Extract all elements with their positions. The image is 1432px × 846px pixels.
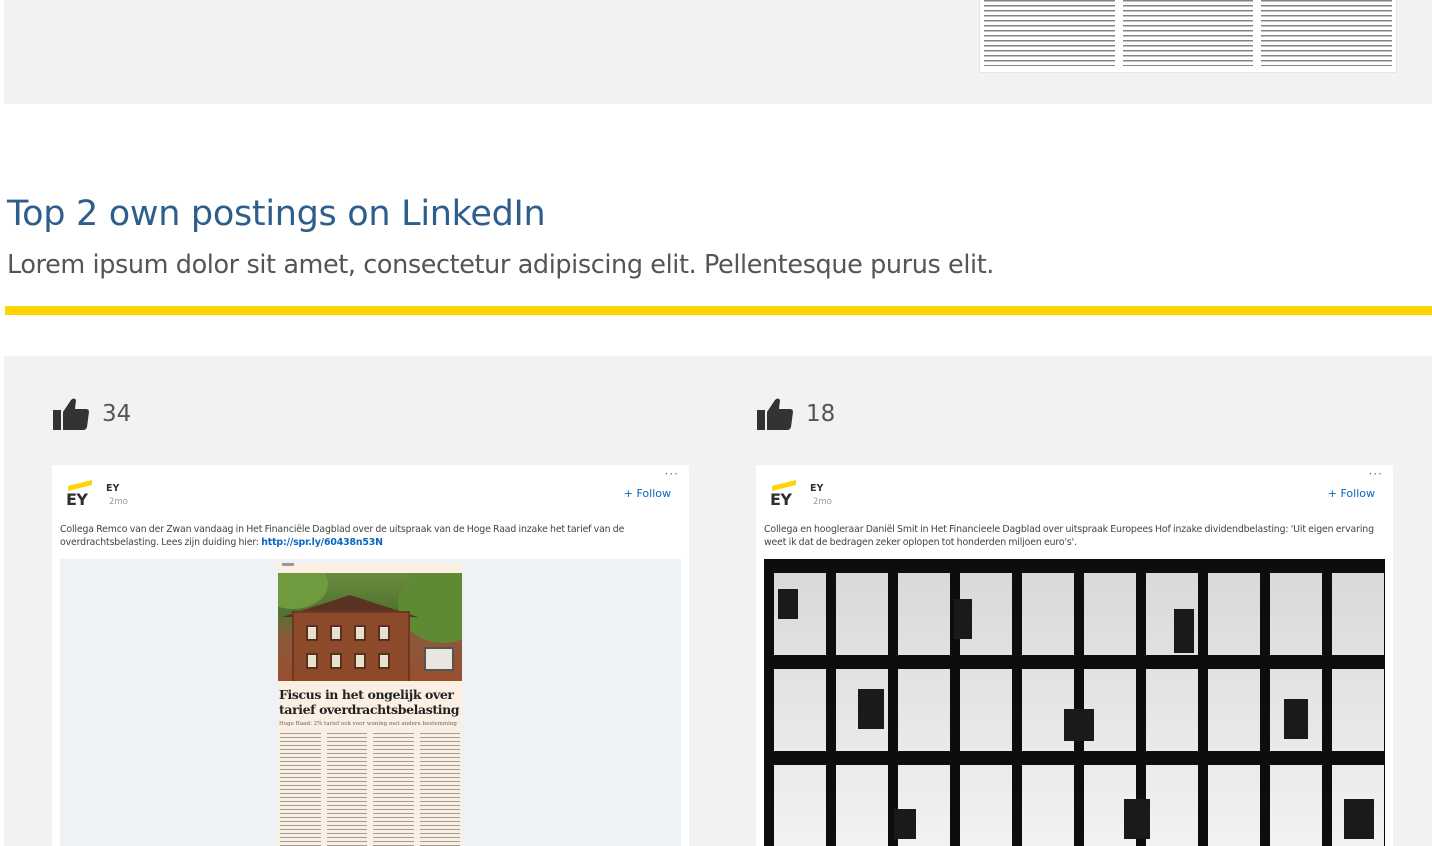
house-shape xyxy=(292,611,410,681)
ey-logo-text: EY xyxy=(66,490,88,509)
ey-logo: EY xyxy=(768,480,802,511)
dark-window xyxy=(1284,699,1308,739)
dark-window xyxy=(858,689,884,729)
article-column xyxy=(326,733,367,846)
house-photo xyxy=(278,573,462,681)
post-time: 2mo xyxy=(813,497,832,507)
text-column xyxy=(1122,0,1254,66)
section-subtitle: Lorem ipsum dolor sit amet, consectetur … xyxy=(7,250,995,280)
post-author[interactable]: EY xyxy=(810,483,823,494)
ey-logo: EY xyxy=(64,480,98,511)
likes-count: 18 xyxy=(806,401,836,427)
post-text: Collega Remco van der Zwan vandaag in He… xyxy=(60,523,681,549)
likes-count: 34 xyxy=(102,401,132,427)
more-options-icon[interactable]: ··· xyxy=(1369,467,1383,481)
newspaper-article-image: Fiscus in het ongelijk over tarief overd… xyxy=(278,563,462,846)
window-shape xyxy=(378,625,390,641)
article-column xyxy=(373,733,414,846)
post-time: 2mo xyxy=(109,497,128,507)
post-author[interactable]: EY xyxy=(106,483,119,494)
linkedin-post-card-1[interactable]: EY EY 2mo ··· + Follow Collega Remco van… xyxy=(52,465,689,846)
window-shape xyxy=(354,653,366,669)
ey-logo-text: EY xyxy=(770,490,792,509)
window-shape xyxy=(306,625,318,641)
post-2-likes: 18 xyxy=(756,396,835,432)
post-link[interactable]: http://spr.ly/60438n53N xyxy=(261,537,383,548)
window-shape xyxy=(330,625,342,641)
dark-window xyxy=(1124,799,1150,839)
post-media-image[interactable]: Fiscus in het ongelijk over tarief overd… xyxy=(60,559,681,846)
accent-divider xyxy=(5,306,1432,315)
article-column xyxy=(280,733,321,846)
sign-shape xyxy=(424,647,454,671)
article-deck: Hoge Raad: 2% tarief ook voor woning met… xyxy=(279,721,457,727)
kicker-bar xyxy=(282,563,294,566)
article-headline: Fiscus in het ongelijk over tarief overd… xyxy=(279,687,460,717)
text-column xyxy=(1261,0,1393,66)
text-column xyxy=(984,0,1115,66)
linkedin-post-card-2[interactable]: EY EY 2mo ··· + Follow Collega en hoogle… xyxy=(756,465,1393,846)
more-options-icon[interactable]: ··· xyxy=(665,467,679,481)
newspaper-clipping-thumbnail xyxy=(980,0,1396,72)
thumbs-up-icon xyxy=(757,398,793,430)
follow-button[interactable]: + Follow xyxy=(1328,487,1375,500)
dark-window xyxy=(1344,799,1374,839)
post-text: Collega en hoogleraar Daniël Smit in Het… xyxy=(764,523,1385,549)
previous-section-panel xyxy=(4,0,1432,104)
dark-window xyxy=(1174,609,1194,653)
window-shape xyxy=(330,653,342,669)
window-shape xyxy=(306,653,318,669)
office-building-photo xyxy=(764,559,1385,846)
post-media-image[interactable] xyxy=(764,559,1385,846)
window-shape xyxy=(354,625,366,641)
post-1-likes: 34 xyxy=(52,396,131,432)
post-text-body: Collega en hoogleraar Daniël Smit in Het… xyxy=(764,524,1374,548)
dark-window xyxy=(1064,709,1094,741)
dark-window xyxy=(954,599,972,639)
thumbs-up-icon xyxy=(53,398,89,430)
dark-window xyxy=(778,589,798,619)
dark-window xyxy=(894,809,916,839)
section-title: Top 2 own postings on LinkedIn xyxy=(7,194,546,234)
window-shape xyxy=(378,653,390,669)
article-column xyxy=(419,733,460,846)
follow-button[interactable]: + Follow xyxy=(624,487,671,500)
